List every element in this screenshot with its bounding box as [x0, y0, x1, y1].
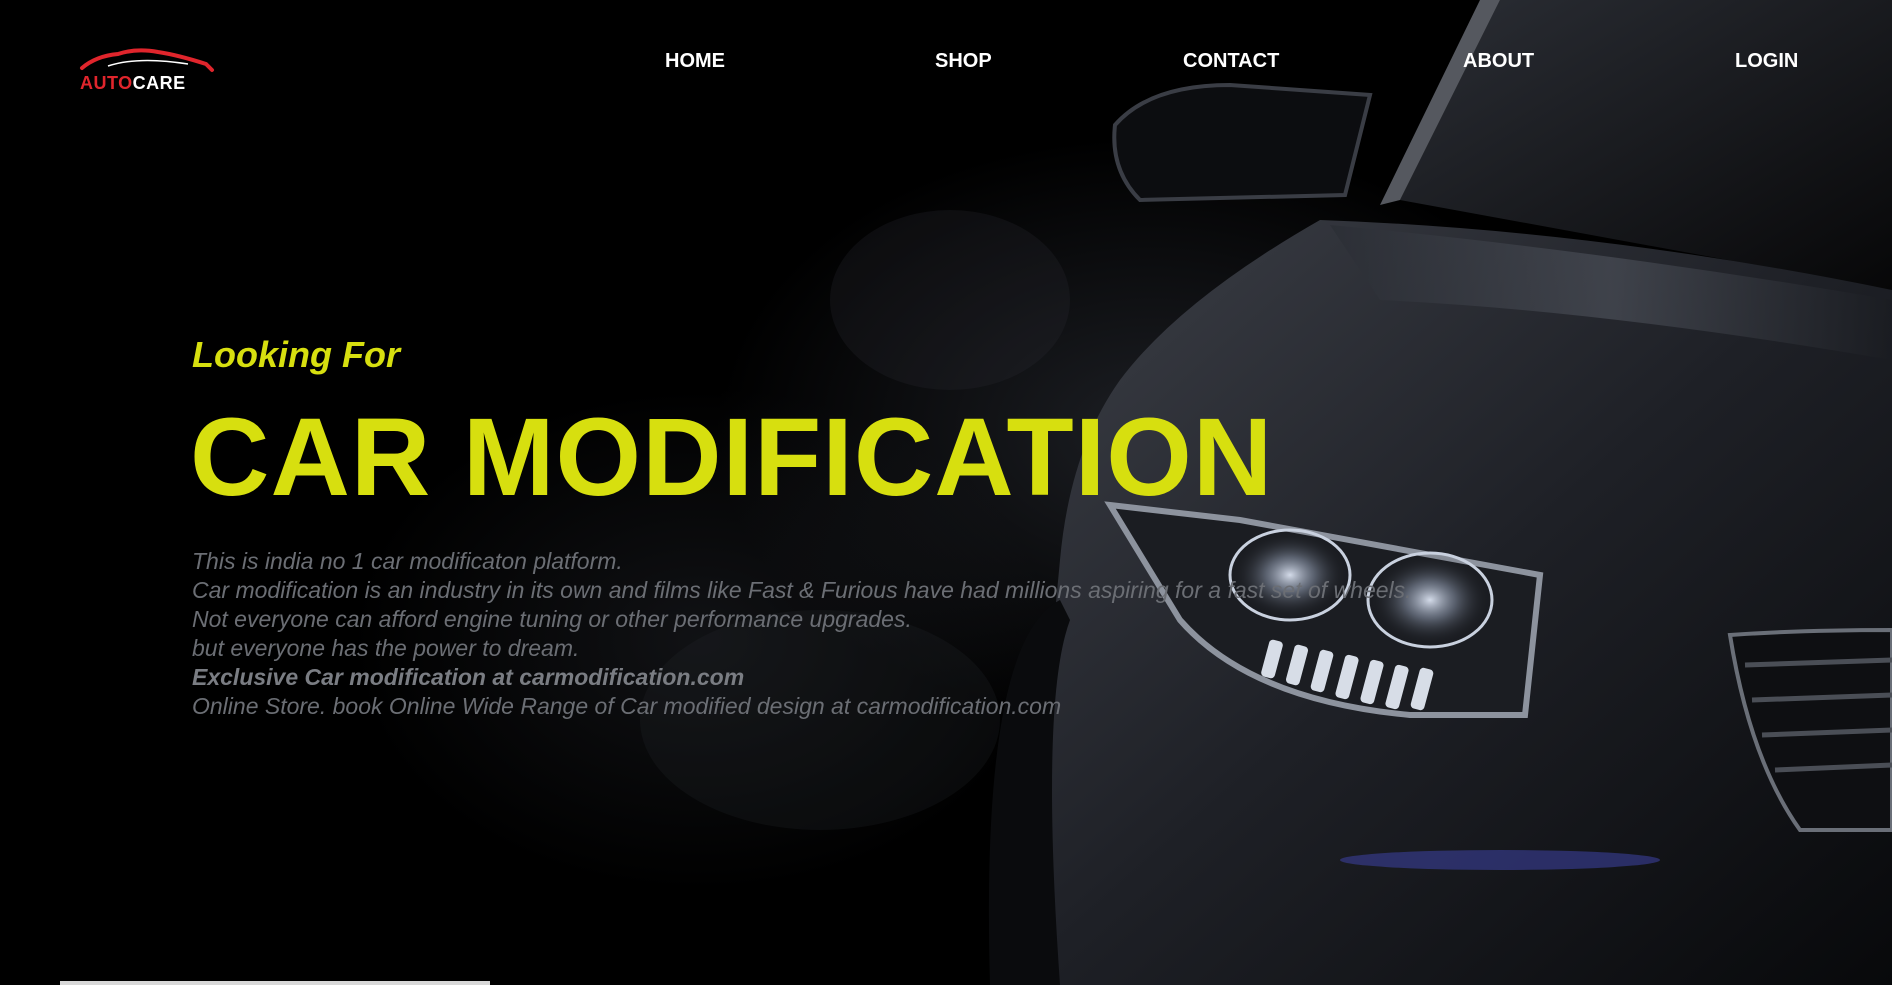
nav-home-link[interactable]: HOME: [665, 50, 725, 73]
nav-login-link[interactable]: LOGIN: [1735, 50, 1798, 73]
hero-description: This is india no 1 car modificaton platf…: [192, 547, 1412, 721]
logo-word-auto: AUTO: [80, 73, 133, 93]
logo-wordmark: AUTOCARE: [80, 73, 186, 94]
nav-about-link[interactable]: ABOUT: [1463, 50, 1534, 73]
description-line: Not everyone can afford engine tuning or…: [192, 606, 912, 632]
logo-word-care: CARE: [132, 73, 186, 93]
hero-headline: CAR MODIFICATION: [190, 396, 1274, 519]
nav-shop-link[interactable]: SHOP: [935, 50, 992, 73]
description-line: This is india no 1 car modificaton platf…: [192, 548, 623, 574]
description-highlight: Exclusive Car modification at carmodific…: [192, 664, 745, 690]
hero-kicker: Looking For: [192, 334, 400, 375]
scroll-indicator: [60, 981, 490, 985]
hero-section: AUTOCARE HOME SHOP CONTACT ABOUT LOGIN L…: [0, 0, 1892, 985]
main-nav: HOME SHOP CONTACT ABOUT LOGIN: [0, 50, 1892, 74]
description-line: Online Store. book Online Wide Range of …: [192, 693, 1062, 719]
nav-contact-link[interactable]: CONTACT: [1183, 50, 1279, 73]
description-line: Car modification is an industry in its o…: [192, 577, 1412, 603]
description-line: but everyone has the power to dream.: [192, 635, 580, 661]
